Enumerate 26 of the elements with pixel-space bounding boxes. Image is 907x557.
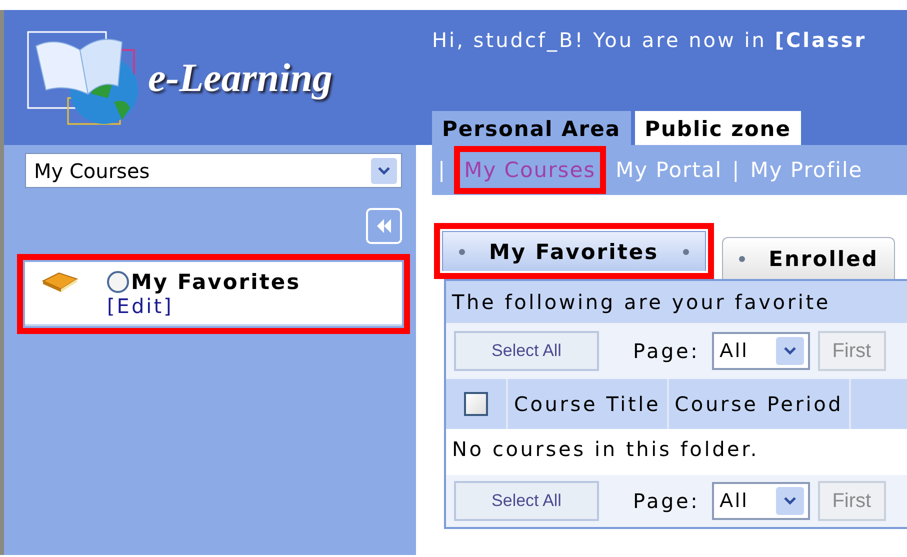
- chevron-down-icon: [782, 346, 797, 356]
- nav-separator: |: [732, 158, 740, 182]
- select-all-button[interactable]: Select All: [454, 481, 599, 521]
- select-all-button[interactable]: Select All: [454, 331, 599, 371]
- double-left-arrow-icon: [375, 217, 393, 235]
- empty-message: No courses in this folder.: [446, 429, 907, 475]
- edit-link[interactable]: [Edit]: [107, 294, 174, 318]
- page-label: Page:: [633, 489, 700, 513]
- book-icon: [41, 271, 79, 293]
- area-tab[interactable]: Personal Area: [432, 111, 631, 145]
- page-select[interactable]: All: [712, 482, 810, 520]
- page-label: Page:: [633, 339, 700, 363]
- nav-separator: |: [438, 158, 446, 182]
- select-all-checkbox[interactable]: [464, 392, 488, 416]
- folder-radio[interactable]: [107, 271, 129, 293]
- course-dropdown[interactable]: My Courses: [25, 153, 402, 188]
- chevron-down-icon: [782, 496, 797, 506]
- chevron-down-icon: [377, 166, 391, 176]
- page-select[interactable]: All: [712, 332, 810, 370]
- content-tab[interactable]: Enrolled: [722, 237, 896, 279]
- description-text: The following are your favorite: [446, 281, 907, 323]
- logo-text: e-Learning: [148, 54, 332, 101]
- area-tab[interactable]: Public zone: [634, 111, 801, 145]
- folder-label: My Favorites: [131, 270, 301, 294]
- greeting-text: Hi, studcf_B! You are now in [Classr: [432, 28, 868, 52]
- content-tab[interactable]: My Favorites: [442, 231, 706, 271]
